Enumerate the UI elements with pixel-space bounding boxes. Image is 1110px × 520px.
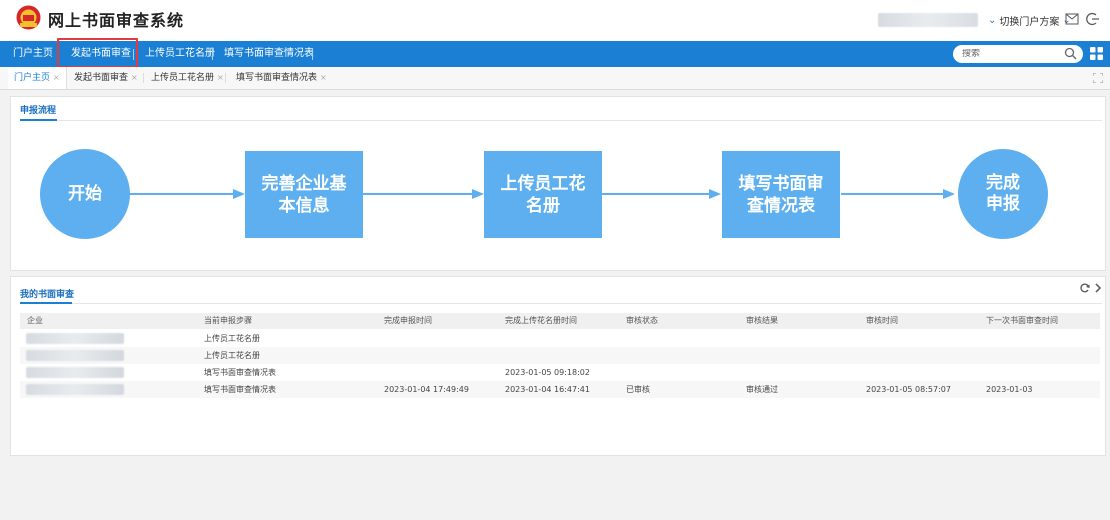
switch-portal-button[interactable]: ⌄ 切换门户方案 ⌄	[988, 13, 1071, 28]
top-header: 网上书面审查系统 ⌄ 切换门户方案 ⌄	[0, 0, 1110, 41]
tab-portal-home[interactable]: 门户主页 ×	[8, 67, 67, 89]
nav-portal-home[interactable]: 门户主页	[13, 41, 53, 67]
flow-connector	[602, 193, 710, 195]
arrow-right-icon	[709, 189, 721, 199]
table-header: 企业 当前申报步骤 完成申报时间 完成上传花名册时间 审核状态 审核结果 审核时…	[20, 313, 1100, 329]
tab-divider	[143, 73, 144, 83]
col-submit-time: 完成申报时间	[384, 316, 432, 325]
company-name-redacted	[26, 333, 124, 344]
flow-connector	[841, 193, 944, 195]
close-icon[interactable]: ×	[320, 73, 327, 82]
flow-step-upload-roster[interactable]: 上传员工花 名册	[484, 151, 602, 238]
panel-title-underline	[20, 302, 72, 304]
logout-icon[interactable]	[1086, 12, 1100, 26]
col-review-status: 审核状态	[626, 316, 658, 325]
cell-review-time: 2023-01-05 08:57:07	[866, 385, 951, 394]
nav-separator	[212, 49, 213, 60]
flow-panel-title: 申报流程	[20, 106, 57, 116]
cell-roster-upload-time: 2023-01-05 09:18:02	[505, 368, 590, 377]
close-icon[interactable]: ×	[131, 73, 138, 82]
search-box	[953, 45, 1083, 63]
cell-current-step: 上传员工花名册	[204, 351, 260, 360]
app-title: 网上书面审查系统	[48, 11, 185, 30]
chevron-right-icon[interactable]	[1094, 283, 1102, 293]
arrow-right-icon	[943, 189, 955, 199]
national-emblem-icon	[16, 5, 41, 30]
flow-step-start: 开始	[40, 149, 130, 239]
panel-divider	[57, 120, 1102, 121]
nav-fill-review-form[interactable]: 填写书面审查情况表	[224, 41, 314, 67]
col-current-step: 当前申报步骤	[204, 316, 252, 325]
cell-review-status: 已审核	[626, 385, 650, 394]
search-input[interactable]	[962, 49, 1062, 59]
tab-label: 发起书面审查	[74, 73, 129, 83]
col-company: 企业	[27, 316, 43, 325]
cell-review-result: 审核通过	[746, 385, 778, 394]
panel-divider	[72, 303, 1102, 304]
nav-upload-roster[interactable]: 上传员工花名册	[145, 41, 215, 67]
table-row[interactable]: 上传员工花名册	[20, 347, 1100, 364]
cell-current-step: 上传员工花名册	[204, 334, 260, 343]
tab-label: 门户主页	[14, 73, 51, 83]
arrow-right-icon	[233, 189, 245, 199]
arrow-right-icon	[472, 189, 484, 199]
tab-fill-review-form[interactable]: 填写书面审查情况表 ×	[230, 67, 333, 89]
search-icon[interactable]	[1064, 47, 1077, 60]
tab-divider	[225, 73, 226, 83]
refresh-icon[interactable]	[1080, 283, 1090, 293]
panel-title-underline	[20, 119, 57, 121]
main-nav: 门户主页 发起书面审查 上传员工花名册 填写书面审查情况表	[0, 41, 1110, 67]
fullscreen-icon[interactable]	[1093, 73, 1103, 83]
tab-strip: 门户主页 × 发起书面审查 × 上传员工花名册 × 填写书面审查情况表 ×	[0, 67, 1110, 90]
tab-label: 上传员工花名册	[151, 73, 215, 83]
flow-step-company-info[interactable]: 完善企业基 本信息	[245, 151, 363, 238]
table-row[interactable]: 填写书面审查情况表 2023-01-05 09:18:02	[20, 364, 1100, 381]
cell-current-step: 填写书面审查情况表	[204, 368, 276, 377]
col-review-time: 审核时间	[866, 316, 898, 325]
nav-separator	[312, 49, 313, 60]
flow-step-fill-review-form[interactable]: 填写书面审 查情况表	[722, 151, 840, 238]
close-icon[interactable]: ×	[53, 73, 60, 82]
tab-label: 填写书面审查情况表	[236, 73, 318, 83]
cell-roster-upload-time: 2023-01-04 16:47:41	[505, 385, 590, 394]
flow-step-complete: 完成 申报	[958, 149, 1048, 239]
col-review-result: 审核结果	[746, 316, 778, 325]
tab-start-review[interactable]: 发起书面审查 ×	[68, 67, 144, 89]
cell-current-step: 填写书面审查情况表	[204, 385, 276, 394]
tab-upload-roster[interactable]: 上传员工花名册 ×	[145, 67, 230, 89]
app-grid-icon[interactable]	[1090, 47, 1103, 60]
table-row[interactable]: 填写书面审查情况表 2023-01-04 17:49:49 2023-01-04…	[20, 381, 1100, 398]
flow-connector	[363, 193, 473, 195]
cell-next-review-time: 2023-01-03	[986, 385, 1033, 394]
review-panel-title: 我的书面审查	[20, 290, 75, 300]
col-roster-upload-time: 完成上传花名册时间	[505, 316, 577, 325]
nav-highlight-box	[57, 38, 138, 68]
mail-icon[interactable]	[1065, 13, 1079, 25]
cell-submit-time: 2023-01-04 17:49:49	[384, 385, 469, 394]
table-row[interactable]: 上传员工花名册	[20, 330, 1100, 347]
col-next-review-time: 下一次书面审查时间	[986, 316, 1058, 325]
company-name-redacted	[26, 350, 124, 361]
flow-connector	[129, 193, 234, 195]
close-icon[interactable]: ×	[217, 73, 224, 82]
chevron-down-icon: ⌄	[988, 15, 997, 26]
switch-portal-label: 切换门户方案	[999, 17, 1060, 28]
user-name-redacted	[878, 13, 978, 27]
company-name-redacted	[26, 367, 124, 378]
company-name-redacted	[26, 384, 124, 395]
